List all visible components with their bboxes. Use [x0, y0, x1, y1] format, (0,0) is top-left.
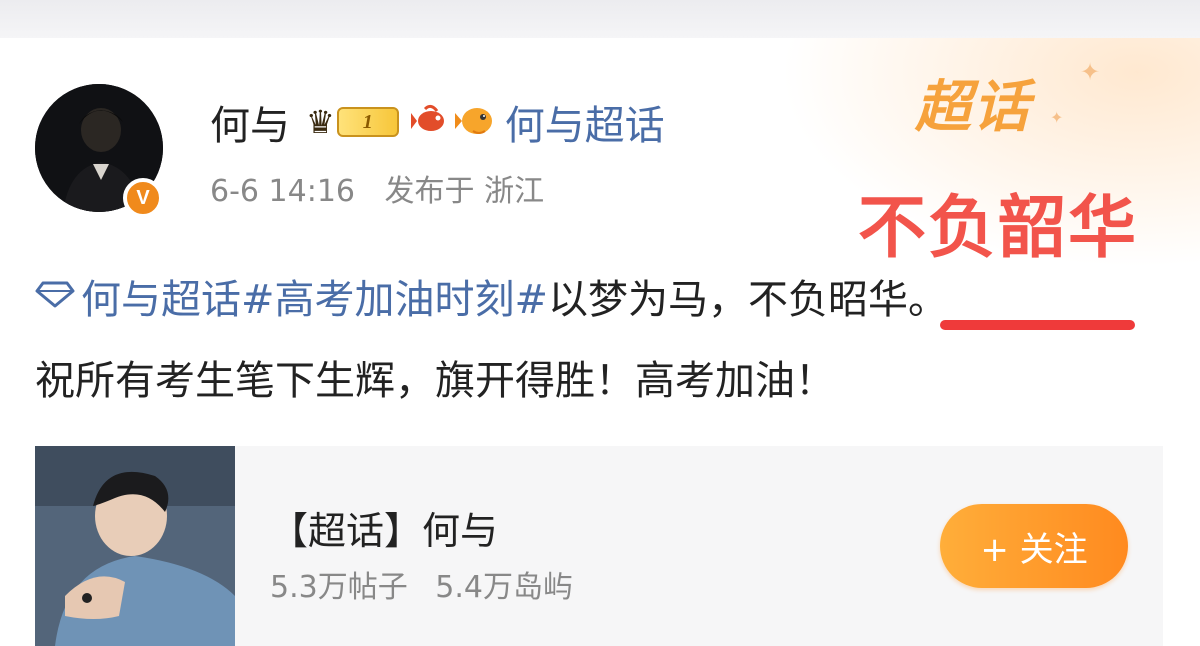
post-text-line-1: 何与超话 #高考加油时刻# 以梦为马，不 负昭华。 — [35, 266, 948, 326]
post-time: 6-6 14:16 — [210, 174, 355, 209]
crown-icon: ♛ — [306, 103, 335, 141]
username[interactable]: 何与 — [210, 93, 290, 151]
sparkle-icon: ✦ — [1080, 58, 1101, 86]
chaohua-logo: 超话 — [915, 75, 1031, 140]
fish-icon — [410, 101, 449, 143]
topic-member-count: 5.4万岛屿 — [435, 570, 573, 605]
topic-link[interactable]: 何与超话 — [505, 93, 665, 151]
post-text-underlined: 负昭华。 — [788, 277, 949, 323]
topic-thumbnail[interactable] — [35, 446, 235, 646]
verified-badge-icon: V — [123, 178, 163, 218]
overlay-title: 不负韶华 — [858, 189, 1139, 268]
topic-title[interactable]: 【超话】何与 — [270, 500, 498, 555]
topic-post-count: 5.3万帖子 — [270, 570, 408, 605]
pufferfish-icon — [454, 101, 497, 143]
diamond-icon — [35, 273, 75, 319]
topic-stats: 5.3万帖子 5.4万岛屿 — [270, 562, 573, 606]
topic-thumbnail-image — [35, 446, 235, 646]
post-location: 发布于 浙江 — [384, 174, 545, 209]
hashtag[interactable]: #高考加油时刻# — [241, 267, 548, 325]
level-badge: 1 — [336, 107, 399, 137]
post-text-plain: 以梦为马，不 — [548, 277, 789, 323]
topic-tag[interactable]: 何与超话 — [81, 267, 241, 325]
top-strip — [0, 0, 1200, 38]
post-text-line-2: 祝所有考生笔下生辉，旗开得胜！高考加油！ — [35, 358, 835, 404]
name-row: 何与 ♛ 1 何与超话 — [210, 93, 665, 151]
fan-level-badge[interactable]: ♛ 1 — [306, 106, 399, 138]
post-meta: 6-6 14:16 发布于 浙江 — [210, 166, 544, 210]
sparkle-icon: ✦ — [1050, 108, 1064, 127]
follow-button[interactable]: + 关注 — [940, 504, 1128, 588]
red-underline-annotation — [940, 320, 1135, 330]
